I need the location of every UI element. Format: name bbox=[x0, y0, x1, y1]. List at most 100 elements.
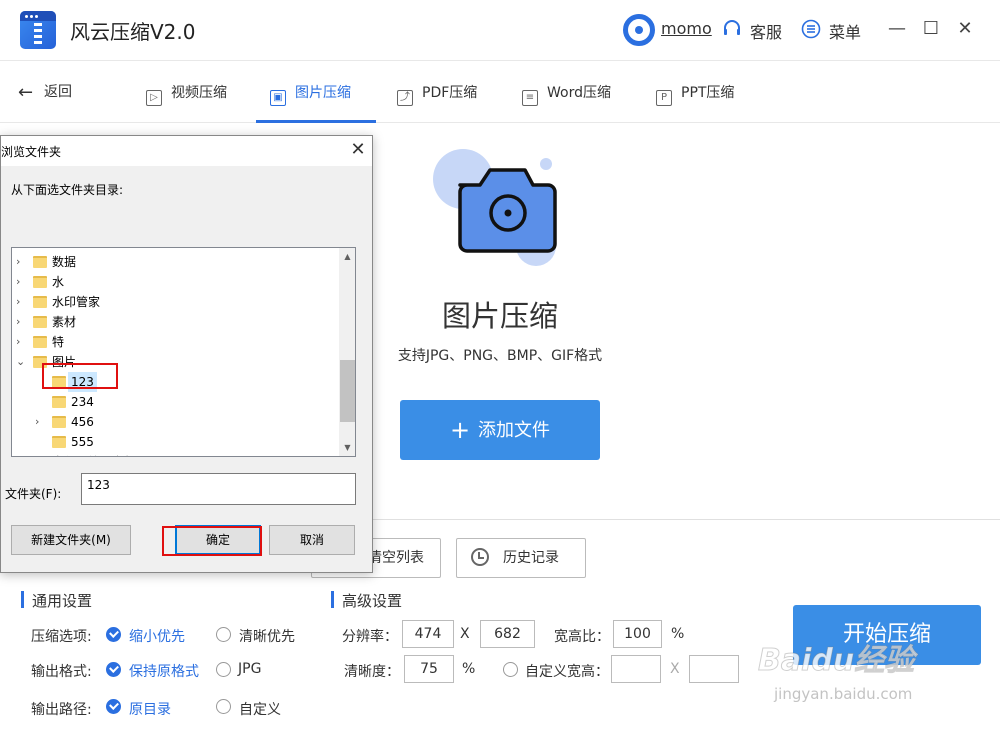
chevron-right-icon[interactable]: › bbox=[16, 452, 26, 456]
add-file-label: 添加文件 bbox=[478, 420, 551, 441]
compress-option-label: 压缩选项: bbox=[31, 629, 92, 645]
dialog-close-icon[interactable]: ✕ bbox=[347, 139, 369, 161]
tree-row[interactable]: › 456 bbox=[12, 412, 338, 432]
tree-row[interactable]: › 数据 bbox=[12, 252, 338, 272]
option-keep-format[interactable]: 保持原格式 bbox=[129, 661, 199, 681]
chevron-right-icon[interactable]: › bbox=[16, 292, 26, 312]
option-clarity-first[interactable]: 清晰优先 bbox=[239, 626, 295, 646]
clock-icon bbox=[471, 548, 489, 566]
close-button[interactable]: ✕ bbox=[952, 16, 978, 42]
advanced-settings-title: 高级设置 bbox=[330, 591, 403, 610]
tree-row-label: 456 bbox=[71, 415, 94, 429]
tab-label: 视频压缩 bbox=[171, 85, 227, 101]
plus-icon: + bbox=[449, 416, 471, 444]
clarity-label: 清晰度： bbox=[344, 664, 400, 680]
scroll-down-icon[interactable]: ▼ bbox=[339, 439, 355, 456]
option-shrink-first[interactable]: 缩小优先 bbox=[129, 626, 185, 646]
chevron-right-icon[interactable]: › bbox=[16, 332, 26, 352]
add-file-button[interactable]: + 添加文件 bbox=[400, 400, 600, 460]
option-original-dir[interactable]: 原目录 bbox=[129, 699, 171, 719]
tree-scrollbar[interactable]: ▲ ▼ bbox=[339, 248, 355, 456]
cancel-button[interactable]: 取消 bbox=[269, 525, 355, 555]
tree-row-label: 水印管家 bbox=[52, 295, 101, 309]
document-icon: ≡ bbox=[522, 90, 538, 106]
clarity-input[interactable]: 75 bbox=[404, 655, 454, 683]
option-jpg[interactable]: JPG bbox=[238, 661, 261, 677]
tree-row[interactable]: 234 bbox=[12, 392, 338, 412]
chevron-right-icon[interactable]: › bbox=[16, 312, 26, 332]
percent-sign: % bbox=[462, 661, 476, 677]
folder-tree[interactable]: ›数据›水›水印管家›素材›特⌄图片123234›456555›文件压缩（专新 … bbox=[11, 247, 356, 457]
back-label: 返回 bbox=[44, 84, 72, 100]
menu-icon[interactable] bbox=[801, 19, 821, 39]
tab-word[interactable]: ≡ Word压缩 bbox=[522, 61, 611, 123]
ratio-label: 宽高比： bbox=[554, 629, 610, 645]
history-button[interactable]: 历史记录 bbox=[456, 538, 586, 578]
option-custom-dir[interactable]: 自定义 bbox=[239, 699, 281, 719]
user-avatar[interactable] bbox=[623, 14, 655, 46]
radio-jpg[interactable] bbox=[216, 662, 231, 677]
custom-size-label[interactable]: 自定义宽高： bbox=[525, 661, 609, 681]
minimize-button[interactable]: — bbox=[884, 16, 910, 42]
radio-keep-format[interactable] bbox=[106, 662, 121, 677]
scroll-up-icon[interactable]: ▲ bbox=[339, 248, 355, 265]
nav-bar: ← 返回 ▷ 视频压缩 ▣ 图片压缩 ⤴ PDF压缩 ≡ Word压缩 P PPT压缩 bbox=[0, 60, 1000, 123]
tree-row[interactable]: › 水印管家 bbox=[12, 292, 338, 312]
app-window: 风云压缩V2.0 momo 客服 菜单 — ☐ ✕ ← 返回 ▷ 视频压缩 ▣ 图片压… bbox=[0, 0, 1000, 729]
custom-width-input[interactable] bbox=[611, 655, 661, 683]
folder-icon bbox=[33, 276, 47, 288]
ppt-icon: P bbox=[656, 90, 672, 106]
image-icon: ▣ bbox=[270, 90, 286, 106]
selected-folder-highlight-box bbox=[42, 363, 118, 389]
scroll-thumb[interactable] bbox=[340, 360, 355, 422]
tab-pdf[interactable]: ⤴ PDF压缩 bbox=[397, 61, 477, 123]
chevron-down-icon[interactable]: ⌄ bbox=[16, 352, 26, 372]
tab-video[interactable]: ▷ 视频压缩 bbox=[146, 61, 227, 123]
new-folder-button[interactable]: 新建文件夹(M) bbox=[11, 525, 131, 555]
tree-row[interactable]: › 特 bbox=[12, 332, 338, 352]
tab-label: Word压缩 bbox=[547, 85, 611, 101]
tab-image[interactable]: ▣ 图片压缩 bbox=[256, 61, 376, 123]
radio-custom-dir[interactable] bbox=[216, 699, 231, 714]
folder-icon bbox=[52, 436, 66, 448]
pdf-icon: ⤴ bbox=[397, 90, 413, 106]
chevron-right-icon[interactable]: › bbox=[35, 412, 45, 432]
output-path-label: 输出路径: bbox=[31, 702, 92, 718]
radio-custom-size[interactable] bbox=[503, 662, 518, 677]
custom-height-input[interactable] bbox=[689, 655, 739, 683]
service-button[interactable]: 客服 bbox=[750, 19, 782, 43]
width-input[interactable]: 474 bbox=[402, 620, 454, 648]
headset-icon[interactable] bbox=[722, 19, 742, 39]
folder-field-label: 文件夹(F): bbox=[5, 487, 62, 501]
tree-row-label: 文件压缩（专新 bbox=[52, 452, 136, 456]
maximize-button[interactable]: ☐ bbox=[918, 16, 944, 42]
times-sign: X bbox=[670, 661, 680, 677]
tree-row[interactable]: › 水 bbox=[12, 272, 338, 292]
watermark-url: jingyan.baidu.com bbox=[774, 685, 913, 703]
folder-icon bbox=[33, 336, 47, 348]
tab-ppt[interactable]: P PPT压缩 bbox=[656, 61, 734, 123]
chevron-right-icon[interactable]: › bbox=[16, 252, 26, 272]
radio-original-dir[interactable] bbox=[106, 699, 121, 714]
menu-button[interactable]: 菜单 bbox=[829, 19, 861, 43]
output-format-label: 输出格式: bbox=[31, 664, 92, 680]
app-logo-icon bbox=[20, 11, 56, 49]
folder-input[interactable]: 123 bbox=[81, 473, 356, 505]
tree-row[interactable]: › 文件压缩（专新 bbox=[12, 452, 338, 456]
height-input[interactable]: 682 bbox=[480, 620, 535, 648]
tree-row[interactable]: › 素材 bbox=[12, 312, 338, 332]
supported-formats-text: 支持JPG、PNG、BMP、GIF格式 bbox=[397, 348, 603, 364]
ok-button-highlight-box bbox=[162, 526, 262, 556]
title-bar: 风云压缩V2.0 momo 客服 菜单 — ☐ ✕ bbox=[0, 0, 1000, 60]
tree-row[interactable]: 555 bbox=[12, 432, 338, 452]
general-settings-title: 通用设置 bbox=[20, 591, 93, 610]
camera-icon bbox=[433, 149, 557, 266]
resolution-label: 分辨率： bbox=[342, 629, 398, 645]
radio-clarity-first[interactable] bbox=[216, 627, 231, 642]
user-name-link[interactable]: momo bbox=[661, 19, 712, 38]
back-button[interactable]: ← 返回 bbox=[18, 81, 72, 103]
times-sign: X bbox=[460, 626, 470, 642]
ratio-input[interactable]: 100 bbox=[613, 620, 662, 648]
radio-shrink-first[interactable] bbox=[106, 627, 121, 642]
chevron-right-icon[interactable]: › bbox=[16, 272, 26, 292]
